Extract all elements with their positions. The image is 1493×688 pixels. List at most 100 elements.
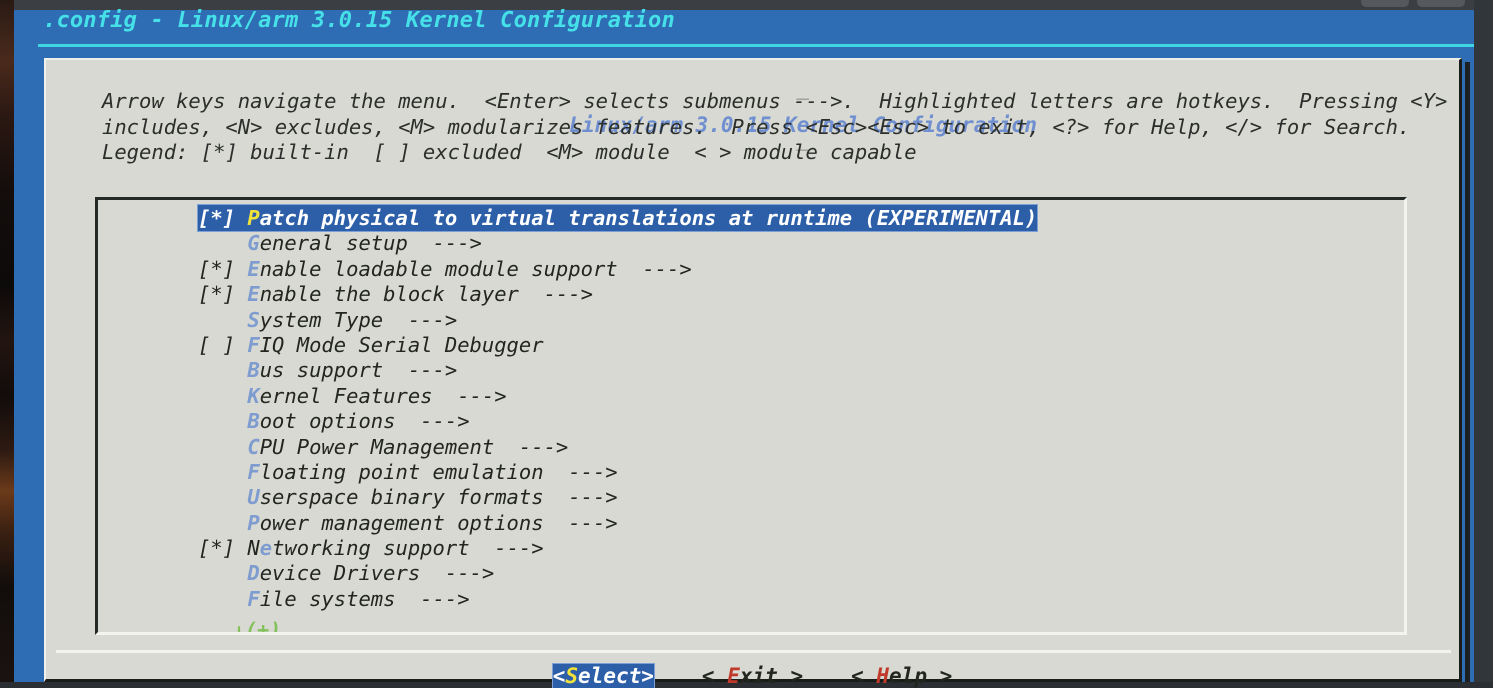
menu-item-label: System Type	[247, 308, 383, 332]
menu-item[interactable]: [ ] FIQ Mode Serial Debugger	[98, 333, 1404, 358]
menu-item-label: Enable the block layer	[247, 282, 519, 306]
menu-item-hotkey: E	[247, 282, 260, 307]
menu-item-label: Kernel Features	[247, 384, 432, 408]
submenu-arrow-icon: --->	[617, 256, 692, 281]
menu-item-flag: [ ]	[198, 332, 248, 357]
help-button[interactable]: < Help >	[851, 664, 952, 688]
menu-item-text: oot options	[259, 409, 396, 434]
menu-item-hotkey: U	[247, 485, 260, 510]
menu-item-flag: [*]	[198, 282, 248, 307]
menu-item-flag	[198, 435, 247, 459]
menu-item[interactable]: [*] Patch physical to virtual translatio…	[98, 205, 1404, 231]
kernel-config-dialog: — Linux/arm 3.0.15 Kernel Configuration …	[44, 58, 1462, 688]
menu-item-text: eneral setup	[259, 231, 408, 256]
select-button[interactable]: <Select>	[552, 664, 654, 688]
menu-item-hotkey: G	[247, 231, 260, 256]
submenu-arrow-icon: --->	[518, 282, 593, 307]
menu-item-label: Networking support	[247, 536, 469, 560]
menu-item[interactable]: Power management options --->	[98, 511, 1404, 536]
terminal-window: .config - Linux/arm 3.0.15 Kernel Config…	[14, 0, 1474, 688]
menu-item-hotkey: B	[247, 409, 260, 434]
menu-item-flag	[198, 561, 247, 585]
menu-item-hotkey: F	[247, 332, 260, 357]
submenu-arrow-icon: --->	[395, 586, 470, 611]
button-bracket-close: >	[641, 664, 654, 688]
submenu-arrow-icon: --->	[383, 307, 458, 332]
menu-item-text: ile systems	[259, 586, 396, 611]
menu-item-hotkey: C	[247, 434, 260, 459]
button-hotkey: H	[876, 664, 890, 688]
menu-item[interactable]: Bus support --->	[98, 358, 1404, 383]
title-divider	[38, 44, 1474, 47]
menu-item-hotkey: D	[247, 561, 260, 586]
menu-item-hotkey: S	[247, 307, 260, 332]
menu-item[interactable]: File systems --->	[98, 587, 1404, 612]
help-instructions: Arrow keys navigate the menu. <Enter> se…	[102, 89, 1460, 164]
button-bracket-open: <	[701, 664, 728, 688]
menu-item-hotkey: F	[247, 586, 260, 611]
scroll-down-indicator: ↓(+)	[233, 618, 282, 635]
button-bar: <Select> < Exit > < Help >	[46, 664, 1459, 688]
menu-item[interactable]: Kernel Features --->	[98, 384, 1404, 409]
menu-panel[interactable]: [*] Patch physical to virtual translatio…	[95, 197, 1407, 635]
menu-item-text: PU Power Management	[259, 434, 495, 459]
menu-item[interactable]: CPU Power Management --->	[98, 435, 1404, 460]
menu-item-label: Boot options	[247, 409, 395, 433]
menu-item[interactable]: Boot options --->	[98, 409, 1404, 434]
menu-item-flag	[198, 358, 247, 382]
menu-item-label: Device Drivers	[247, 561, 420, 585]
menu-item-flag: [*]	[198, 256, 248, 281]
menu-item-text: us support	[259, 358, 384, 383]
submenu-arrow-icon: --->	[383, 358, 458, 383]
submenu-arrow-icon: --->	[420, 561, 495, 586]
menu-item-highlight: [*] Patch physical to virtual translatio…	[198, 205, 1038, 231]
menu-item-label: Power management options	[247, 511, 543, 535]
menu-list[interactable]: [*] Patch physical to virtual translatio…	[98, 205, 1404, 612]
menu-item-label: FIQ Mode Serial Debugger	[247, 333, 543, 357]
button-bracket-open: <	[851, 664, 877, 688]
menu-item-text: atch physical to virtual translations at…	[259, 206, 1038, 230]
menu-item-hotkey: P	[247, 206, 260, 230]
menu-item-flag	[198, 409, 247, 433]
menu-item-hotkey: B	[247, 358, 260, 383]
submenu-arrow-icon: --->	[407, 231, 482, 256]
menu-item-prefix: N	[247, 536, 260, 561]
menu-item[interactable]: [*] Networking support --->	[98, 536, 1404, 561]
button-bracket-close: >	[777, 664, 804, 688]
button-bar-divider	[56, 650, 1451, 653]
menu-item-text: ystem Type	[259, 307, 384, 332]
menu-item-label: General setup	[247, 231, 407, 255]
menu-item-text: ower management options	[259, 510, 544, 535]
button-bracket-close: >	[926, 664, 953, 688]
button-label: elect	[578, 664, 642, 688]
menu-item-flag: [*]	[198, 536, 248, 561]
menu-item-label: Userspace binary formats	[247, 485, 543, 509]
menu-item[interactable]: [*] Enable the block layer --->	[98, 282, 1404, 307]
maximize-button[interactable]	[1417, 0, 1465, 7]
desktop-background: .config - Linux/arm 3.0.15 Kernel Config…	[0, 0, 1493, 688]
menu-item-text: tworking support	[272, 536, 470, 561]
menu-item-flag	[198, 587, 247, 611]
minimize-button[interactable]	[1361, 0, 1409, 7]
button-hotkey: S	[565, 664, 579, 688]
menu-item[interactable]: Floating point emulation --->	[98, 460, 1404, 485]
menu-item-label: Floating point emulation	[247, 460, 543, 484]
menu-item[interactable]: Userspace binary formats --->	[98, 485, 1404, 510]
menu-item[interactable]: Device Drivers --->	[98, 561, 1404, 586]
desktop-wallpaper-strip	[0, 0, 14, 682]
submenu-arrow-icon: --->	[543, 485, 618, 510]
dialog-shadow	[1465, 62, 1470, 682]
menu-item-flag	[198, 511, 247, 535]
submenu-arrow-icon: --->	[395, 409, 470, 434]
exit-button[interactable]: < Exit >	[702, 664, 803, 688]
submenu-arrow-icon: --->	[494, 434, 569, 459]
submenu-arrow-icon: --->	[432, 383, 507, 408]
menu-item[interactable]: General setup --->	[98, 231, 1404, 256]
button-hotkey: E	[727, 664, 740, 688]
menu-item-text: IQ Mode Serial Debugger	[259, 332, 544, 357]
menu-item[interactable]: System Type --->	[98, 308, 1404, 333]
submenu-arrow-icon: --->	[543, 459, 618, 484]
menu-item-hotkey: E	[247, 256, 260, 281]
button-label: xit	[739, 664, 778, 688]
menu-item[interactable]: [*] Enable loadable module support --->	[98, 257, 1404, 282]
